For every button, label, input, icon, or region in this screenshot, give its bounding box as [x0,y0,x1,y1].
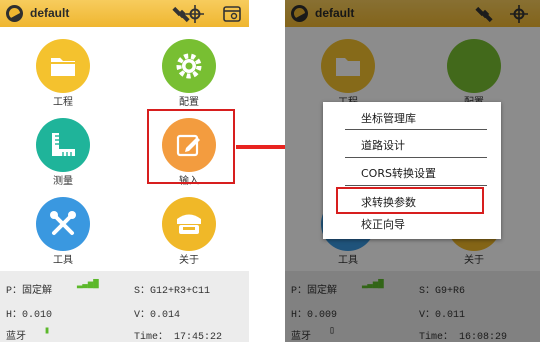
tile-label: 测量 [53,176,73,187]
menu-item-label: 校正向导 [361,218,405,231]
phone-screen-main-menu: default 工程 配置 测量 输入 工具 关于 P：固定解 ▂▃▅▇ S：G… [0,0,249,342]
tile-config[interactable]: 配置 [134,35,244,108]
project-title: default [30,6,70,20]
settings-panel-icon[interactable] [222,4,242,24]
status-panel: P：固定解 ▂▃▅▇ S：G12+R3+C11 H：0.010 V：0.014 … [0,271,249,342]
battery-icon: ▮ [44,326,51,337]
folder-icon [36,39,90,93]
tile-tools[interactable]: 工具 [8,193,118,266]
menu-divider [345,185,487,186]
menu-divider [345,157,487,158]
tile-about[interactable]: 关于 [134,193,244,266]
input-popup-menu: 坐标管理库 道路设计 CORS转换设置 求转换参数 校正向导 [323,102,501,239]
menu-item-label: 坐标管理库 [361,112,416,125]
menu-item-calibration-wizard[interactable]: 校正向导 [323,210,501,238]
tile-label: 配置 [179,97,199,108]
ruler-icon [36,118,90,172]
crosshair-icon[interactable] [185,4,205,24]
tile-label: 工具 [53,255,73,266]
tools-icon [36,197,90,251]
clock-time: Time： 17:45:22 [134,332,223,342]
menu-item-label: CORS转换设置 [361,167,436,180]
receiver-icon [162,197,216,251]
highlight-box-input [147,109,235,184]
menu-item-label: 道路设计 [361,139,405,152]
menu-item-coordinate-library[interactable]: 坐标管理库 [323,104,501,132]
tile-project[interactable]: 工程 [8,35,118,108]
v-precision: V：0.014 [134,310,181,321]
tile-survey[interactable]: 测量 [8,114,118,187]
h-precision: H：0.010 [6,310,53,321]
phone-screen-input-menu: default 工程 配置 工具 [285,0,540,342]
tile-label: 工程 [53,97,73,108]
menu-item-cors-settings[interactable]: CORS转换设置 [323,159,501,187]
tile-label: 关于 [179,255,199,266]
solution-status: P：固定解 [6,286,53,297]
menu-item-road-design[interactable]: 道路设计 [323,131,501,159]
menu-divider [345,129,487,130]
title-bar: default [0,0,249,27]
bluetooth-label: 蓝牙 [6,332,26,342]
signal-bars-icon: ▂▃▅▇ [77,279,99,289]
gear-icon [162,39,216,93]
app-logo [6,5,23,22]
satellite-count: S：G12+R3+C11 [134,286,211,297]
highlight-box-compute-params [336,187,484,214]
